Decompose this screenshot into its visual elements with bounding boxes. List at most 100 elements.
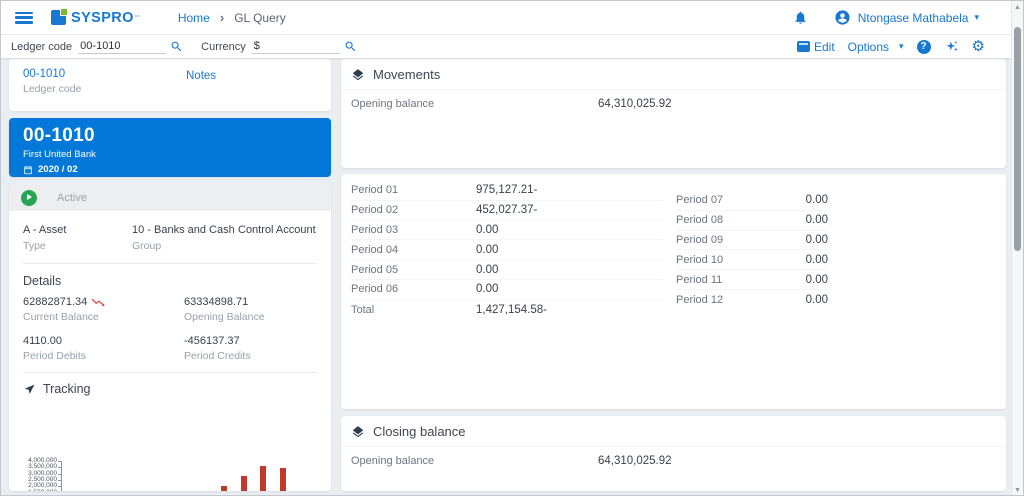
menu-icon[interactable] [15, 12, 33, 24]
period-label: Period 05 [351, 264, 476, 276]
trend-down-icon [91, 298, 106, 307]
y-tick-mark [58, 474, 61, 475]
period-row: Period 030.00 [351, 221, 663, 241]
period-label: Period 02 [351, 204, 476, 216]
layers-icon [351, 68, 365, 82]
currency-search-icon[interactable] [344, 40, 357, 53]
period-label: Period 03 [351, 224, 476, 236]
query-toolbar: Ledger code Currency Edit Options ? [1, 35, 1013, 58]
ledger-code-sublabel: Ledger code [23, 83, 81, 95]
period-label: Period 12 [676, 294, 723, 306]
edit-label: Edit [814, 40, 835, 54]
user-name: Ntongase Mathabela [858, 11, 969, 25]
ledger-code-link[interactable]: 00-1010 [23, 68, 81, 80]
ledger-code-card: 00-1010 Ledger code Notes [9, 59, 331, 111]
currency-label: Currency [201, 41, 246, 53]
vertical-scrollbar[interactable]: ▲ ▼ [1011, 1, 1023, 496]
periods-table-left: Period 01975,127.21-Period 02452,027.37-… [351, 181, 663, 320]
period-row: Period 02452,027.37- [351, 201, 663, 221]
account-name: First United Bank [23, 149, 317, 160]
period-value: 0.00 [476, 224, 498, 236]
classification-row: A - Asset Type 10 - Banks and Cash Group… [9, 211, 331, 263]
chevron-down-icon [974, 12, 979, 23]
account-detail-card: Active A - Asset Type 10 - Banks and Cas… [9, 184, 331, 491]
notes-link[interactable]: Notes [186, 70, 216, 82]
ledger-code-label: Ledger code [11, 41, 72, 53]
calendar-icon [23, 165, 33, 175]
edit-button[interactable]: Edit [797, 40, 835, 54]
period-debits-value: 4110.00 [23, 335, 184, 347]
period-value: 0.00 [476, 264, 498, 276]
period-value: 0.00 [806, 234, 828, 246]
periods-table-right: Period 070.00Period 080.00Period 090.00P… [676, 191, 828, 310]
syspro-logo: SYSPRO ™ [51, 10, 140, 26]
periods-card: Period 01975,127.21-Period 02452,027.37-… [341, 174, 1006, 409]
details-grid: 62882871.34 Current Balance 63334898.71 … [23, 296, 317, 362]
period-value: 0.00 [806, 254, 828, 266]
options-label: Options [848, 40, 889, 54]
y-tick-mark [58, 467, 61, 468]
period-value: 0.00 [806, 214, 828, 226]
period-label: Period 09 [676, 234, 723, 246]
period-row: Period 10 0.00 [676, 250, 828, 270]
settings-gear-icon[interactable] [972, 39, 985, 54]
period-value: 0.00 [476, 283, 498, 295]
gl-query-screen: SYSPRO ™ Home › GL Query Ntongase Mathab… [0, 0, 1024, 496]
bar-movement-positive-9 [221, 486, 227, 491]
account-period: 2020 / 02 [38, 164, 78, 175]
status-label: Active [57, 192, 87, 204]
period-row: Period 050.00 [351, 260, 663, 280]
ledger-code-input[interactable] [78, 39, 166, 54]
scroll-up-arrow[interactable]: ▲ [1012, 4, 1023, 11]
period-row: Period 040.00 [351, 240, 663, 260]
period-value: 0.00 [806, 294, 828, 306]
ai-sparkle-icon[interactable] [944, 39, 959, 54]
opening-balance-value: 63334898.71 [184, 296, 317, 308]
movements-card: Movements Opening balance 64,310,025.92 [341, 59, 1006, 168]
opening-balance-label: Opening balance [351, 98, 434, 110]
closing-opening-balance-row: Opening balance 64,310,025.92 [341, 447, 1006, 475]
group-label: Group [132, 240, 238, 252]
breadcrumb-current: GL Query [234, 11, 286, 25]
help-button[interactable]: ? [917, 40, 931, 54]
period-label: Period 08 [676, 214, 723, 226]
layers-icon [351, 425, 365, 439]
edit-view-icon [797, 41, 810, 52]
period-row: Period 110.00 [676, 270, 828, 290]
ledger-search-icon[interactable] [170, 40, 183, 53]
chevron-down-icon [899, 41, 904, 52]
period-label: Period 04 [351, 244, 476, 256]
opening-balance-label: Opening balance [351, 455, 434, 467]
scrollbar-thumb[interactable] [1014, 27, 1021, 251]
notifications-bell-icon[interactable] [793, 10, 808, 25]
options-button[interactable]: Options [848, 40, 904, 54]
period-label: Period 10 [676, 254, 723, 266]
y-tick-mark [58, 486, 61, 487]
tracking-title: Tracking [43, 382, 90, 396]
type-label: Type [23, 240, 132, 252]
period-value: 0.00 [806, 194, 828, 206]
scroll-down-arrow[interactable]: ▼ [1012, 487, 1023, 494]
bar-movement-positive-12 [280, 468, 286, 491]
breadcrumb-chevron-icon: › [220, 10, 224, 25]
avatar [834, 9, 851, 26]
current-balance-value: 62882871.34 [23, 296, 87, 308]
type-value: A - Asset [23, 224, 132, 236]
period-credits-label: Period Credits [184, 350, 317, 362]
current-balance-label: Current Balance [23, 311, 184, 323]
period-label: Period 01 [351, 184, 476, 196]
period-credits-value: -456137.37 [184, 335, 317, 347]
control-account-value: Control Account [238, 224, 316, 236]
app-header: SYSPRO ™ Home › GL Query Ntongase Mathab… [1, 1, 1013, 35]
period-debits-label: Period Debits [23, 350, 184, 362]
period-row: Period 01975,127.21- [351, 181, 663, 201]
details-title: Details [23, 274, 317, 288]
account-code: 00-1010 [23, 125, 317, 147]
currency-input[interactable] [252, 39, 340, 54]
period-row: Period 060.00 [351, 280, 663, 300]
opening-balance-label: Opening Balance [184, 311, 317, 323]
user-menu[interactable]: Ntongase Mathabela [834, 9, 979, 26]
movements-title: Movements [373, 67, 440, 82]
period-label: Total [351, 304, 476, 316]
breadcrumb-home[interactable]: Home [178, 11, 210, 25]
